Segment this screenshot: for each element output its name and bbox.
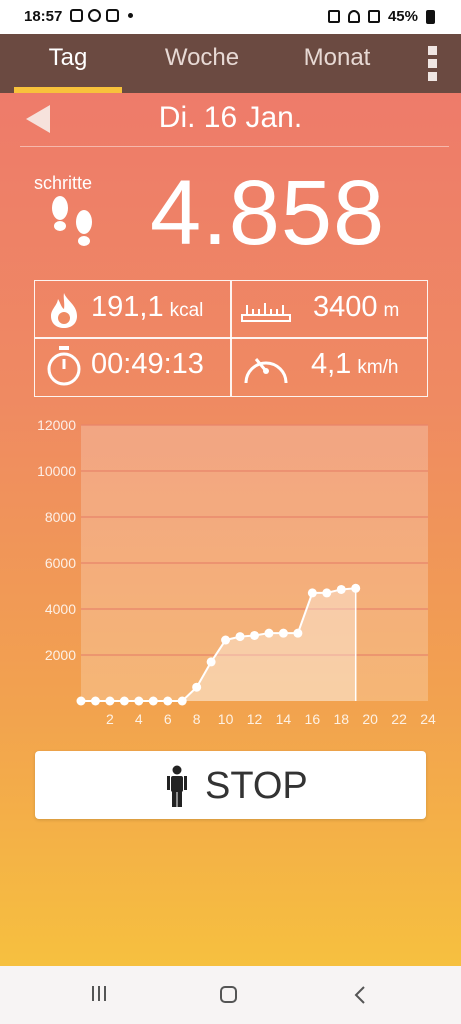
y-tick-label: 12000 xyxy=(37,417,76,433)
calories-unit: kcal xyxy=(169,300,204,321)
data-point xyxy=(293,628,303,638)
divider xyxy=(20,146,449,147)
distance-unit: m xyxy=(383,300,400,321)
stats-grid: 191,1 kcal 3400 m 00:49:13 4,1 km/h xyxy=(34,280,428,397)
data-point xyxy=(105,696,115,706)
instagram-icon xyxy=(106,9,119,22)
x-tick-label: 4 xyxy=(135,711,143,727)
stop-button-label: STOP xyxy=(205,765,308,807)
system-navigation-bar xyxy=(0,966,461,1024)
x-tick-label: 2 xyxy=(106,711,114,727)
main-content: Di. 16 Jan. schritte 4.858 191,1 kcal 34… xyxy=(0,93,461,966)
data-point xyxy=(206,657,216,667)
y-tick-label: 8000 xyxy=(45,509,76,525)
footprints-icon xyxy=(52,196,92,246)
data-point xyxy=(134,696,144,706)
home-icon[interactable] xyxy=(220,986,237,1003)
calories-stat: 191,1 kcal xyxy=(91,291,203,324)
date-label: Di. 16 Jan. xyxy=(158,101,303,134)
divider xyxy=(35,337,427,339)
data-point xyxy=(235,632,245,642)
duration-value: 00:49:13 xyxy=(91,348,204,380)
alarm-icon xyxy=(327,10,340,23)
data-point xyxy=(90,696,100,706)
recents-icon[interactable] xyxy=(92,986,110,1006)
wifi-icon xyxy=(347,10,360,23)
tab-day-label: Tag xyxy=(48,44,88,71)
x-tick-label: 12 xyxy=(247,711,263,727)
gallery-icon xyxy=(70,9,83,22)
x-tick-label: 24 xyxy=(420,711,436,727)
data-point xyxy=(336,584,346,594)
x-tick-label: 20 xyxy=(362,711,378,727)
flame-icon xyxy=(51,293,77,328)
data-point xyxy=(119,696,129,706)
data-point xyxy=(278,628,288,638)
data-point xyxy=(221,635,231,645)
x-tick-label: 18 xyxy=(333,711,349,727)
data-point xyxy=(148,696,158,706)
tab-bar: Tag Woche Monat xyxy=(0,34,461,93)
notification-icons xyxy=(70,9,133,22)
calories-value: 191,1 xyxy=(91,291,164,323)
steps-label: schritte xyxy=(34,173,93,193)
tab-month-label: Monat xyxy=(303,44,371,71)
data-point xyxy=(250,630,259,640)
speed-unit: km/h xyxy=(357,357,399,378)
duration-stat: 00:49:13 xyxy=(91,348,204,381)
speed-value: 4,1 xyxy=(311,348,352,380)
y-tick-label: 6000 xyxy=(45,555,76,571)
distance-stat: 3400 m xyxy=(313,291,399,324)
x-tick-label: 10 xyxy=(218,711,234,727)
battery-icon xyxy=(426,9,435,24)
data-point xyxy=(351,583,361,593)
x-tick-label: 14 xyxy=(276,711,292,727)
tab-month[interactable]: Monat xyxy=(290,44,384,93)
x-tick-label: 6 xyxy=(164,711,172,727)
steps-chart: 200040006000800010000120002 4 6 8 10 12 14 16 18… xyxy=(37,417,436,727)
distance-value: 3400 xyxy=(313,291,378,323)
steps-count: 4.858 xyxy=(150,162,386,264)
ruler-icon xyxy=(241,303,291,322)
battery-percent: 45% xyxy=(387,8,418,25)
data-point xyxy=(264,628,274,638)
x-tick-label: 16 xyxy=(305,711,321,727)
system-icons: 45% xyxy=(327,8,435,25)
whatsapp-icon xyxy=(88,9,101,22)
tab-week-label: Woche xyxy=(164,44,240,71)
x-tick-label: 8 xyxy=(193,711,201,727)
y-tick-label: 10000 xyxy=(37,463,76,479)
y-tick-label: 2000 xyxy=(45,647,76,663)
x-tick-label: 22 xyxy=(391,711,407,727)
overflow-menu-icon[interactable] xyxy=(424,46,440,82)
data-point xyxy=(192,682,202,692)
stopwatch-icon xyxy=(47,346,81,386)
signal-icon xyxy=(367,10,380,23)
speed-stat: 4,1 km/h xyxy=(311,348,399,381)
data-point xyxy=(76,696,86,706)
data-point xyxy=(177,696,187,706)
tab-week[interactable]: Woche xyxy=(150,44,254,93)
data-point xyxy=(163,696,173,706)
speedometer-icon xyxy=(244,358,288,384)
back-icon[interactable] xyxy=(352,985,370,1005)
more-notifications-icon xyxy=(128,13,133,18)
date-header: Di. 16 Jan. xyxy=(0,93,461,147)
y-tick-label: 4000 xyxy=(45,601,76,617)
stop-button[interactable]: STOP xyxy=(35,751,426,819)
status-bar: 18:57 45% xyxy=(0,0,461,34)
status-time: 18:57 xyxy=(24,8,63,25)
person-icon xyxy=(167,765,187,807)
data-point xyxy=(307,588,317,598)
divider xyxy=(230,281,232,396)
tab-day[interactable]: Tag xyxy=(14,44,122,93)
data-point xyxy=(322,588,332,598)
